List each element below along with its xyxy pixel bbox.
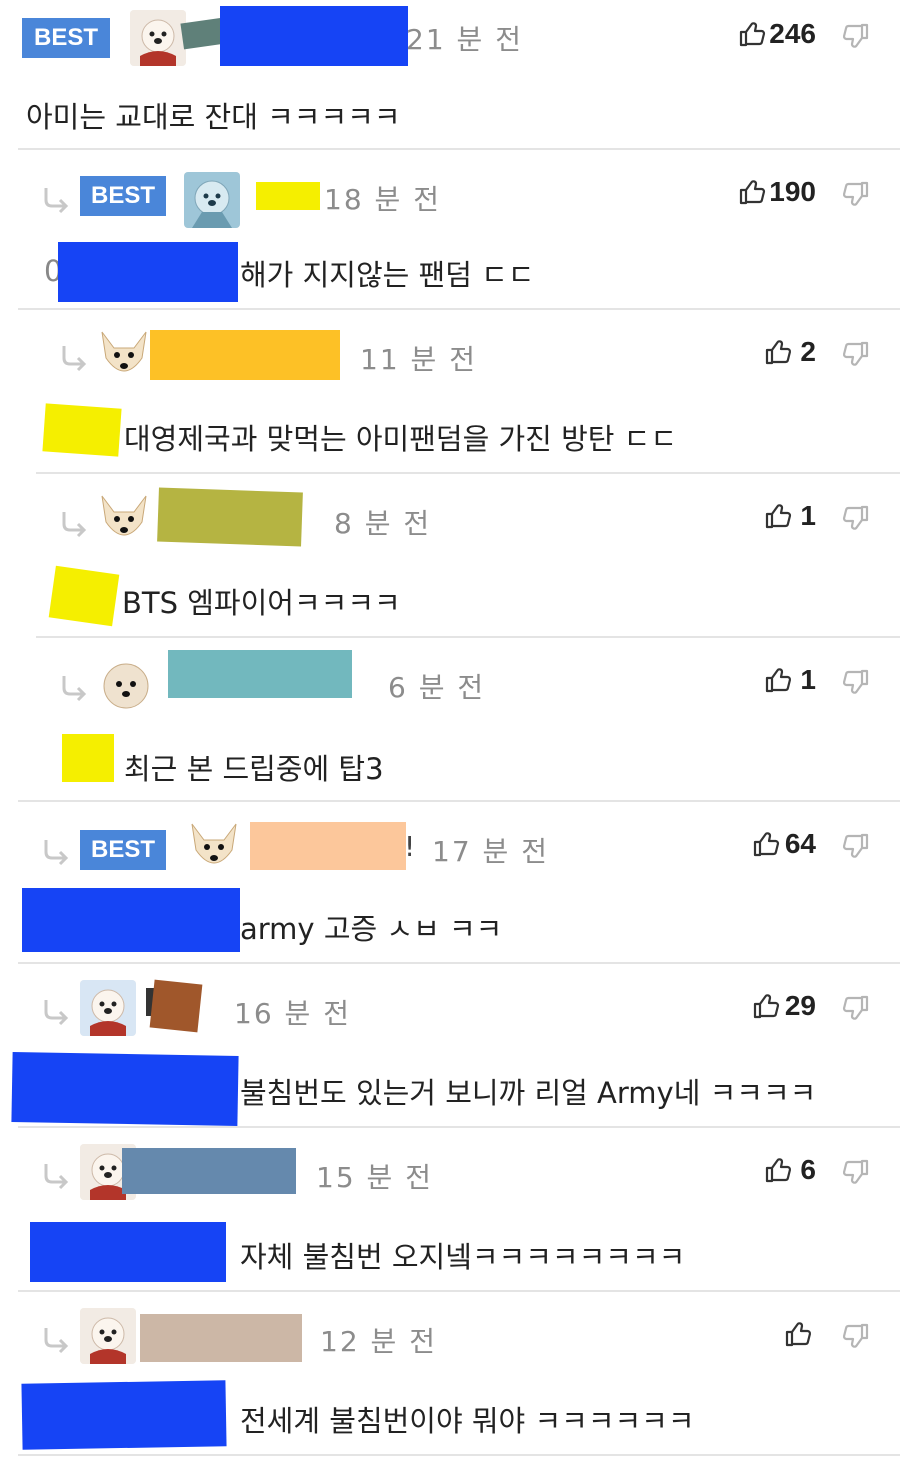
reply-arrow-icon xyxy=(44,1000,69,1026)
like-count: 1 xyxy=(800,500,816,531)
redacted-mention xyxy=(58,242,238,302)
thumbs-down-icon[interactable] xyxy=(842,180,870,208)
redacted-mention xyxy=(11,1052,239,1126)
reply-arrow-icon xyxy=(44,1164,69,1190)
comment-7: 16 분 전 29 불침번도 있는거 보니까 리얼 Army네 ㅋㅋㅋㅋ xyxy=(0,964,900,1128)
best-badge: BEST xyxy=(22,18,110,58)
comment-time: 16 분 전 xyxy=(234,997,351,1030)
reply-arrow-icon xyxy=(62,676,87,702)
redacted-username xyxy=(140,1314,302,1362)
redacted-username xyxy=(150,330,340,380)
comment-2: BEST 18 분 전 190 0 해가 지지않는 팬덤 ㄷㄷ xyxy=(0,150,900,310)
comment-time: 15 분 전 xyxy=(316,1161,433,1194)
comment-text: 불침번도 있는거 보니까 리얼 Army네 ㅋㅋㅋㅋ xyxy=(240,1076,817,1110)
redacted-mention xyxy=(22,888,240,952)
avatar[interactable] xyxy=(96,328,152,384)
like-count: 6 xyxy=(800,1154,816,1185)
comment-time: 8 분 전 xyxy=(334,507,432,540)
thumbs-down-icon[interactable] xyxy=(842,668,870,696)
thumbs-down-icon[interactable] xyxy=(842,22,870,50)
comment-time: 21 분 전 xyxy=(406,23,523,56)
thumbs-down-icon[interactable] xyxy=(842,994,870,1022)
comment-text: army 고증 ㅅㅂ ㅋㅋ xyxy=(240,912,503,946)
comment-8: 15 분 전 6 자체 불침번 오지넼ㅋㅋㅋㅋㅋㅋㅋㅋ xyxy=(0,1128,900,1292)
thumbs-down-icon[interactable] xyxy=(842,832,870,860)
comment-time: 17 분 전 xyxy=(432,835,549,868)
like-count: 64 xyxy=(784,828,816,859)
thumbs-down-icon[interactable] xyxy=(842,340,870,368)
comment-text: 자체 불침번 오지넼ㅋㅋㅋㅋㅋㅋㅋㅋ xyxy=(240,1240,686,1274)
comment-text: BTS 엠파이어ㅋㅋㅋㅋ xyxy=(122,586,401,620)
thumbs-down-icon[interactable] xyxy=(842,504,870,532)
redacted-username xyxy=(250,822,406,870)
redacted-mention xyxy=(30,1222,226,1282)
redacted-mention xyxy=(21,1380,227,1450)
comment-text: 최근 본 드립중에 탑3 xyxy=(124,752,384,786)
comment-3: 11 분 전 2 대영제국과 맞먹는 아미팬덤을 가진 방탄 ㄷㄷ xyxy=(0,310,900,474)
avatar[interactable] xyxy=(80,980,136,1036)
comment-time: 11 분 전 xyxy=(360,343,477,376)
like-count: 246 xyxy=(769,18,816,49)
avatar[interactable] xyxy=(184,172,240,228)
avatar[interactable] xyxy=(80,1308,136,1364)
comment-text: 전세계 불침번이야 뭐야 ㅋㅋㅋㅋㅋㅋ xyxy=(240,1404,695,1438)
avatar[interactable] xyxy=(186,820,242,876)
avatar[interactable] xyxy=(98,658,154,714)
reply-arrow-icon xyxy=(62,512,87,538)
divider xyxy=(18,1454,900,1456)
reply-arrow-icon xyxy=(44,840,69,866)
like-count: 29 xyxy=(784,990,816,1021)
comment-text: 아미는 교대로 잔대 ㅋㅋㅋㅋㅋ xyxy=(26,100,401,134)
comment-9: 12 분 전 전세계 불침번이야 뭐야 ㅋㅋㅋㅋㅋㅋ xyxy=(0,1292,900,1460)
thumbs-down-icon[interactable] xyxy=(842,1322,870,1350)
comment-1: BEST 21 분 전 246 아미는 교대로 잔대 ㅋㅋㅋㅋㅋ xyxy=(0,0,900,150)
redacted-username xyxy=(168,650,352,698)
like-count: 190 xyxy=(769,176,816,207)
reply-arrow-icon xyxy=(44,188,69,214)
redacted-username xyxy=(122,1148,296,1194)
comment-time: 12 분 전 xyxy=(320,1325,437,1358)
avatar[interactable] xyxy=(130,10,186,66)
thumbs-down-icon[interactable] xyxy=(842,1158,870,1186)
comment-6: BEST ! 17 분 전 64 army 고증 ㅅㅂ ㅋㅋ xyxy=(0,802,900,964)
best-badge: BEST xyxy=(80,176,166,216)
comment-text: 해가 지지않는 팬덤 ㄷㄷ xyxy=(240,258,535,292)
comment-5: 6 분 전 1 최근 본 드립중에 탑3 xyxy=(0,638,900,802)
redacted-mention xyxy=(42,403,122,457)
like-count: 2 xyxy=(800,336,816,367)
comment-time: 6 분 전 xyxy=(388,671,486,704)
thumbs-up-icon[interactable] xyxy=(784,1320,812,1348)
reply-arrow-icon xyxy=(62,346,87,372)
redacted-username xyxy=(157,487,303,547)
redacted-username xyxy=(220,6,408,66)
redacted-username xyxy=(149,979,203,1033)
comment-4: 8 분 전 1 BTS 엠파이어ㅋㅋㅋㅋ xyxy=(0,474,900,638)
comment-name-tail: ! xyxy=(404,830,418,863)
comment-time: 18 분 전 xyxy=(324,183,441,216)
like-count: 1 xyxy=(800,664,816,695)
comment-text: 대영제국과 맞먹는 아미팬덤을 가진 방탄 ㄷㄷ xyxy=(124,422,678,456)
reply-arrow-icon xyxy=(44,1328,69,1354)
avatar[interactable] xyxy=(96,492,152,548)
redacted-mention xyxy=(48,565,120,627)
best-badge: BEST xyxy=(80,830,166,870)
redacted-mention xyxy=(62,734,114,782)
redacted-username xyxy=(256,182,320,210)
